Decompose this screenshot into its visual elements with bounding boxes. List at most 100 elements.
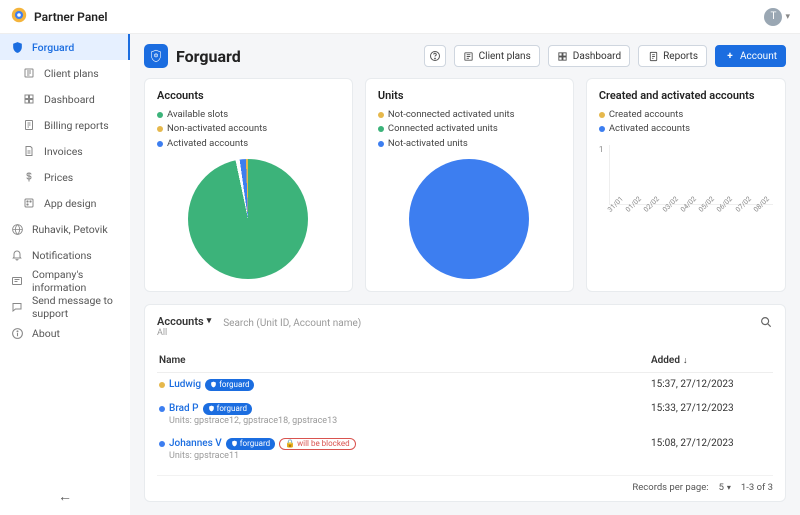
- app-chip: forguard: [203, 403, 252, 415]
- legend-item: Not-connected activated units: [378, 108, 561, 122]
- sidebar-item-label: Billing reports: [44, 119, 109, 132]
- legend-label: Not-activated units: [388, 137, 468, 151]
- grid-icon: [22, 92, 36, 106]
- legend-label: Not-connected activated units: [388, 108, 515, 122]
- client-plans-button[interactable]: Client plans: [454, 45, 540, 67]
- help-button[interactable]: [424, 45, 446, 67]
- sidebar-item-label: Company's information: [32, 268, 120, 294]
- legend-item: Non-activated accounts: [157, 122, 340, 136]
- legend-item: Not-activated units: [378, 137, 561, 151]
- legend-dot: [157, 126, 163, 132]
- sidebar-item-billing-reports[interactable]: Billing reports: [0, 112, 130, 138]
- lock-icon: 🔒: [285, 439, 295, 448]
- added-cell: 15:33, 27/12/2023: [651, 403, 771, 426]
- chevron-down-icon: ▾: [727, 483, 731, 492]
- legend-dot: [157, 112, 163, 118]
- brand: Partner Panel: [10, 6, 108, 27]
- sidebar-item-invoices[interactable]: Invoices: [0, 138, 130, 164]
- account-name-link[interactable]: Ludwig: [169, 379, 201, 390]
- col-name[interactable]: Name: [159, 355, 651, 366]
- table-row[interactable]: Ludwigforguard15:37, 27/12/2023: [157, 373, 773, 397]
- legend-dot: [378, 126, 384, 132]
- warning-chip: 🔒will be blocked: [279, 438, 355, 450]
- brand-title: Partner Panel: [34, 10, 108, 24]
- reports-label: Reports: [663, 51, 698, 62]
- legend-item: Connected activated units: [378, 122, 561, 136]
- accounts-card-title: Accounts: [157, 89, 340, 102]
- shield-icon: [10, 40, 24, 54]
- legend-label: Created accounts: [609, 108, 683, 122]
- chat-icon: [10, 300, 24, 314]
- shield-icon: [144, 44, 168, 68]
- search-input[interactable]: [223, 318, 759, 329]
- table-header-row: Name Added ↓: [157, 349, 773, 373]
- plus-icon: +: [724, 50, 736, 62]
- reports-button[interactable]: Reports: [638, 45, 707, 67]
- add-account-button[interactable]: + Account: [715, 45, 786, 67]
- rows-per-page-select[interactable]: 5 ▾: [719, 482, 731, 493]
- info-card-icon: [10, 274, 24, 288]
- unit-list: Units: gpstrace12, gpstrace18, gpstrace1…: [159, 416, 651, 426]
- sidebar-item-notifications[interactable]: Notifications: [0, 242, 130, 268]
- accounts-card: Accounts Available slotsNon-activated ac…: [144, 78, 353, 292]
- accounts-pie-chart: [188, 159, 308, 279]
- page-title: Forguard: [176, 47, 241, 66]
- legend-label: Connected activated units: [388, 122, 498, 136]
- dollar-icon: [22, 170, 36, 184]
- sidebar-item-label: Ruhavik, Petovik: [32, 223, 108, 236]
- sidebar-item-about[interactable]: About: [0, 320, 130, 346]
- table-row[interactable]: Brad P forguardUnits: gpstrace12, gpstrac…: [157, 397, 773, 432]
- legend-dot: [378, 141, 384, 147]
- y-tick: 1: [599, 145, 604, 154]
- col-added[interactable]: Added ↓: [651, 355, 771, 366]
- app-chip: forguard: [205, 379, 254, 391]
- user-menu[interactable]: T ▾: [764, 8, 790, 26]
- accounts-filter-value: All: [157, 328, 211, 339]
- account-name-link[interactable]: Brad P: [169, 403, 199, 414]
- legend-item: Available slots: [157, 108, 340, 122]
- accounts-filter[interactable]: Accounts▾ All: [157, 315, 211, 339]
- app-chip: forguard: [226, 438, 275, 450]
- collapse-sidebar-icon[interactable]: ←: [58, 488, 72, 505]
- sidebar-item-label: Send message to support: [32, 294, 120, 320]
- list-icon: [22, 66, 36, 80]
- sidebar-item-label: App design: [44, 197, 96, 210]
- status-dot: [159, 406, 165, 412]
- sidebar-item-app-design[interactable]: App design: [0, 190, 130, 216]
- document-icon: [22, 144, 36, 158]
- pager: Records per page: 5 ▾ 1-3 of 3: [157, 475, 773, 493]
- account-label: Account: [740, 51, 777, 62]
- sidebar-item-label: Prices: [44, 171, 73, 184]
- sidebar-item-label: Dashboard: [44, 93, 95, 106]
- account-name-link[interactable]: Johannes V: [169, 438, 222, 449]
- list-icon: [463, 50, 475, 62]
- search-icon[interactable]: [759, 315, 773, 332]
- units-card: Units Not-connected activated unitsConne…: [365, 78, 574, 292]
- legend-dot: [599, 112, 605, 118]
- sidebar-item-company-s-information[interactable]: Company's information: [0, 268, 130, 294]
- globe-icon: [10, 222, 24, 236]
- bell-icon: [10, 248, 24, 262]
- created-accounts-card: Created and activated accounts Created a…: [586, 78, 786, 292]
- legend-item: Activated accounts: [157, 137, 340, 151]
- legend-label: Available slots: [167, 108, 228, 122]
- unit-list: Units: gpstrace11: [159, 451, 651, 461]
- avatar: T: [764, 8, 782, 26]
- sidebar-item-prices[interactable]: Prices: [0, 164, 130, 190]
- rows-per-page-label: Records per page:: [632, 482, 708, 493]
- sidebar-item-client-plans[interactable]: Client plans: [0, 60, 130, 86]
- accounts-table-card: Accounts▾ All Name Added ↓: [144, 304, 786, 502]
- sidebar-item-label: Client plans: [44, 67, 99, 80]
- sidebar-item-label: Forguard: [32, 41, 74, 54]
- added-cell: 15:08, 27/12/2023: [651, 438, 771, 461]
- dashboard-button[interactable]: Dashboard: [548, 45, 630, 67]
- report-icon: [22, 118, 36, 132]
- sidebar-item-label: Notifications: [32, 249, 92, 262]
- table-row[interactable]: Johannes V forguard 🔒will be blockedUnits:…: [157, 432, 773, 467]
- sidebar-item-dashboard[interactable]: Dashboard: [0, 86, 130, 112]
- sidebar-item-ruhavik-petovik[interactable]: Ruhavik, Petovik: [0, 216, 130, 242]
- sidebar-item-forguard[interactable]: Forguard: [0, 34, 130, 60]
- help-icon: [429, 50, 441, 62]
- sidebar-item-send-message-to-support[interactable]: Send message to support: [0, 294, 130, 320]
- legend-label: Activated accounts: [167, 137, 248, 151]
